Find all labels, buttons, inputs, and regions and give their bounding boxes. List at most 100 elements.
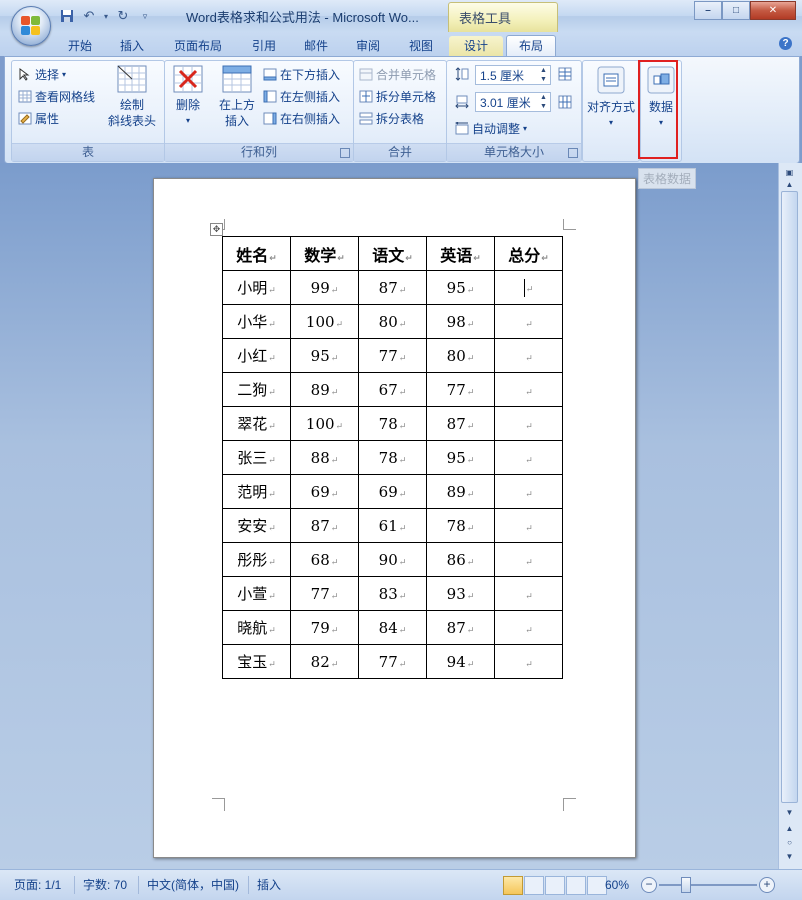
language-indicator[interactable]: 中文(简体，中国) bbox=[147, 876, 239, 894]
score-cell[interactable]: 89↵ bbox=[426, 474, 495, 509]
score-cell[interactable]: 95↵ bbox=[426, 270, 495, 305]
score-cell[interactable]: 77↵ bbox=[358, 338, 427, 373]
score-cell[interactable]: 86↵ bbox=[426, 542, 495, 577]
name-cell[interactable]: 彤彤↵ bbox=[222, 542, 291, 577]
tab-layout[interactable]: 布局 bbox=[506, 35, 556, 57]
name-cell[interactable]: 二狗↵ bbox=[222, 372, 291, 407]
spinner-arrows-icon[interactable]: ▲ ▼ bbox=[537, 93, 550, 111]
distribute-rows-icon[interactable] bbox=[558, 67, 572, 81]
total-cell[interactable]: ↵ bbox=[494, 542, 563, 577]
spinner-arrows-icon[interactable]: ▲ ▼ bbox=[537, 66, 550, 84]
customize-qat-icon[interactable]: ▿ bbox=[136, 7, 154, 25]
document-page[interactable]: ✥ 姓名↵ 数学↵ 语文↵ 英语↵ 总分↵ 小明↵ 99↵ 87↵ 95↵ ↵ 小华↵ 10… bbox=[153, 178, 636, 858]
score-cell[interactable]: 95↵ bbox=[290, 338, 359, 373]
maximize-button[interactable]: □ bbox=[722, 1, 750, 20]
insert-right-button[interactable]: 在右侧插入 bbox=[263, 108, 340, 128]
tab-insert[interactable]: 插入 bbox=[114, 36, 150, 56]
draft-view-icon[interactable] bbox=[587, 876, 607, 895]
merge-cells-button[interactable]: 合并单元格 bbox=[359, 64, 436, 84]
help-icon[interactable]: ? bbox=[779, 37, 792, 50]
minimize-button[interactable]: – bbox=[694, 1, 722, 20]
total-cell[interactable]: ↵ bbox=[494, 440, 563, 475]
next-page-icon[interactable]: ▼ bbox=[781, 851, 798, 863]
score-cell[interactable]: 95↵ bbox=[426, 440, 495, 475]
redo-icon[interactable]: ↻ bbox=[114, 7, 132, 25]
alignment-button[interactable]: 对齐方式 ▾ bbox=[585, 65, 637, 131]
close-button[interactable]: ✕ bbox=[750, 1, 796, 20]
word-count[interactable]: 字数: 70 bbox=[83, 876, 127, 894]
zoom-slider-thumb[interactable] bbox=[681, 877, 691, 893]
name-cell[interactable]: 翠花↵ bbox=[222, 406, 291, 441]
tab-view[interactable]: 视图 bbox=[403, 36, 439, 56]
name-cell[interactable]: 晓航↵ bbox=[222, 610, 291, 645]
full-screen-reading-view-icon[interactable] bbox=[524, 876, 544, 895]
score-cell[interactable]: 99↵ bbox=[290, 270, 359, 305]
total-cell[interactable]: ↵ bbox=[494, 372, 563, 407]
score-cell[interactable]: 87↵ bbox=[426, 610, 495, 645]
score-cell[interactable]: 77↵ bbox=[290, 576, 359, 611]
score-cell[interactable]: 87↵ bbox=[290, 508, 359, 543]
office-button[interactable] bbox=[11, 6, 51, 46]
total-cell[interactable]: ↵ bbox=[494, 406, 563, 441]
insert-below-button[interactable]: 在下方插入 bbox=[263, 64, 340, 84]
save-icon[interactable] bbox=[58, 7, 76, 25]
tab-review[interactable]: 审阅 bbox=[350, 36, 386, 56]
score-cell[interactable]: 89↵ bbox=[290, 372, 359, 407]
undo-icon[interactable]: ↶ bbox=[80, 7, 98, 25]
score-cell[interactable]: 80↵ bbox=[358, 304, 427, 339]
score-cell[interactable]: 94↵ bbox=[426, 644, 495, 679]
outline-view-icon[interactable] bbox=[566, 876, 586, 895]
total-cell[interactable]: ↵ bbox=[494, 474, 563, 509]
score-cell[interactable]: 98↵ bbox=[426, 304, 495, 339]
total-cell[interactable]: ↵ bbox=[494, 304, 563, 339]
row-height-input[interactable]: 1.5 厘米 ▲ ▼ bbox=[475, 65, 551, 85]
total-cell[interactable]: ↵ bbox=[494, 576, 563, 611]
insert-above-button[interactable]: 在上方 插入 bbox=[217, 65, 257, 129]
total-cell[interactable]: ↵ bbox=[494, 338, 563, 373]
header-cell[interactable]: 数学↵ bbox=[290, 236, 359, 271]
previous-page-icon[interactable]: ▲ bbox=[781, 823, 798, 835]
score-cell[interactable]: 77↵ bbox=[358, 644, 427, 679]
zoom-in-icon[interactable]: + bbox=[759, 877, 775, 893]
score-cell[interactable]: 100↵ bbox=[290, 406, 359, 441]
score-cell[interactable]: 90↵ bbox=[358, 542, 427, 577]
score-cell[interactable]: 78↵ bbox=[426, 508, 495, 543]
vertical-scrollbar[interactable]: ▣ ▲ ▼ ▲ ○ ▼ bbox=[778, 163, 802, 869]
insert-left-button[interactable]: 在左侧插入 bbox=[263, 86, 340, 106]
autofit-button[interactable]: 自动调整 ▾ bbox=[454, 118, 527, 138]
scroll-down-icon[interactable]: ▼ bbox=[781, 807, 798, 819]
score-cell[interactable]: 84↵ bbox=[358, 610, 427, 645]
name-cell[interactable]: 范明↵ bbox=[222, 474, 291, 509]
tab-page-layout[interactable]: 页面布局 bbox=[168, 36, 228, 56]
draw-diagonal-header-button[interactable]: 绘制 斜线表头 bbox=[104, 65, 160, 129]
zoom-slider[interactable] bbox=[659, 884, 757, 886]
name-cell[interactable]: 安安↵ bbox=[222, 508, 291, 543]
score-cell[interactable]: 78↵ bbox=[358, 440, 427, 475]
score-cell[interactable]: 83↵ bbox=[358, 576, 427, 611]
split-table-button[interactable]: 拆分表格 bbox=[359, 108, 424, 128]
score-cell[interactable]: 88↵ bbox=[290, 440, 359, 475]
total-cell[interactable]: ↵ bbox=[494, 270, 563, 305]
score-cell[interactable]: 87↵ bbox=[358, 270, 427, 305]
web-layout-view-icon[interactable] bbox=[545, 876, 565, 895]
score-cell[interactable]: 61↵ bbox=[358, 508, 427, 543]
column-width-input[interactable]: 3.01 厘米 ▲ ▼ bbox=[475, 92, 551, 112]
scrollbar-thumb[interactable] bbox=[781, 191, 798, 803]
grades-table[interactable]: 姓名↵ 数学↵ 语文↵ 英语↵ 总分↵ 小明↵ 99↵ 87↵ 95↵ ↵ 小华↵ 100↵… bbox=[222, 236, 563, 679]
dialog-launcher-icon[interactable] bbox=[340, 148, 350, 158]
score-cell[interactable]: 87↵ bbox=[426, 406, 495, 441]
score-cell[interactable]: 100↵ bbox=[290, 304, 359, 339]
document-area[interactable]: ✥ 姓名↵ 数学↵ 语文↵ 英语↵ 总分↵ 小明↵ 99↵ 87↵ 95↵ ↵ 小华↵ 10… bbox=[0, 163, 778, 869]
print-layout-view-icon[interactable] bbox=[503, 876, 523, 895]
tab-mailings[interactable]: 邮件 bbox=[298, 36, 334, 56]
undo-dropdown-icon[interactable]: ▾ bbox=[102, 7, 110, 25]
score-cell[interactable]: 79↵ bbox=[290, 610, 359, 645]
header-cell[interactable]: 语文↵ bbox=[358, 236, 427, 271]
total-cell[interactable]: ↵ bbox=[494, 508, 563, 543]
score-cell[interactable]: 78↵ bbox=[358, 406, 427, 441]
score-cell[interactable]: 77↵ bbox=[426, 372, 495, 407]
delete-button[interactable]: 删除 ▾ bbox=[171, 65, 205, 129]
distribute-columns-icon[interactable] bbox=[558, 95, 572, 109]
name-cell[interactable]: 小萱↵ bbox=[222, 576, 291, 611]
score-cell[interactable]: 69↵ bbox=[290, 474, 359, 509]
